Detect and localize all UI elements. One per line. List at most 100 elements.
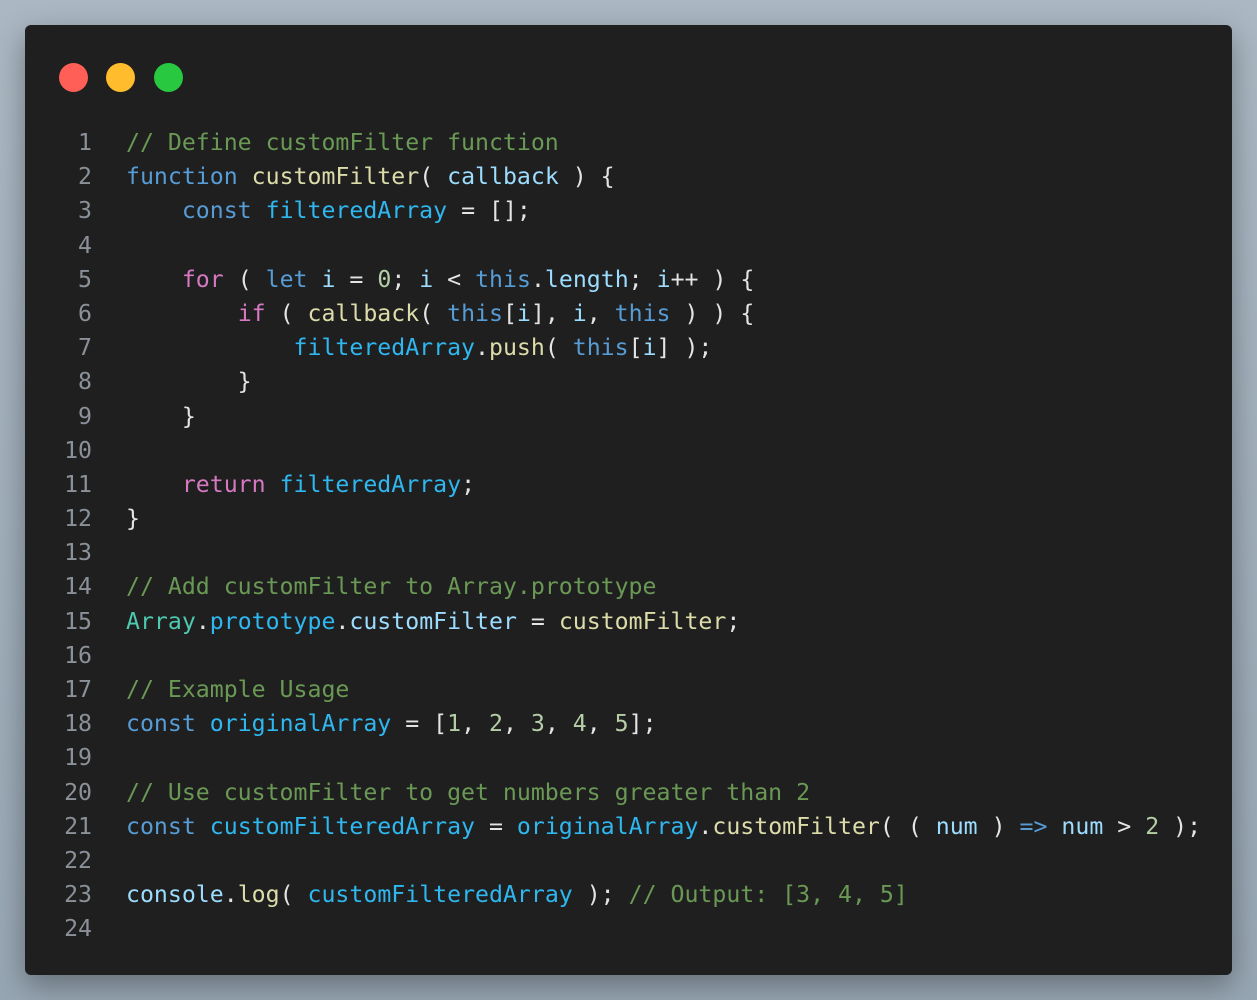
code-token: ) { — [558, 163, 615, 191]
code-token: , — [544, 710, 573, 738]
code-token: this — [447, 299, 503, 327]
line-number: 19 — [64, 744, 92, 772]
code-token: i — [419, 265, 434, 293]
code-token: const — [126, 710, 196, 738]
minimize-window-button[interactable] — [106, 63, 135, 92]
line-number: 1 — [78, 129, 92, 156]
code-token: Array — [126, 607, 196, 635]
code-line[interactable]: 19 — [25, 741, 1232, 775]
code-window: 1 // Define customFilter function 2 functio… — [25, 25, 1232, 975]
code-line-text: filteredArray.push( this[i] ); — [126, 331, 713, 365]
code-token: 5 — [614, 710, 629, 738]
code-line[interactable]: 2 function customFilter( callback ) { — [25, 160, 1232, 194]
code-line[interactable]: 16 — [25, 639, 1232, 673]
code-token: for — [181, 265, 224, 293]
code-line[interactable]: 14 // Add customFilter to Array.prototype — [25, 570, 1232, 604]
code-line[interactable]: 5 for ( let i = 0; i < this.length; i++ … — [25, 263, 1232, 297]
code-token: [ — [502, 299, 517, 327]
code-token: prototype — [209, 607, 336, 635]
code-line[interactable]: 13 — [25, 536, 1232, 570]
code-line[interactable]: 17 // Example Usage — [25, 673, 1232, 707]
code-line[interactable]: 7 filteredArray.push( this[i] ); — [25, 331, 1232, 365]
code-token: ( — [223, 265, 266, 293]
line-number: 3 — [78, 197, 92, 225]
code-line[interactable]: 12} — [25, 502, 1232, 536]
code-line[interactable]: 23 console.log( customFilteredArray ); //… — [25, 878, 1232, 912]
line-number: 5 — [78, 265, 92, 293]
code-token: 4 — [572, 710, 587, 738]
code-line[interactable]: 8 } — [25, 365, 1232, 399]
code-line[interactable]: 24 — [25, 912, 1232, 946]
code-token: customFilteredArray — [307, 881, 573, 909]
code-token: > — [1103, 812, 1146, 840]
code-line[interactable]: 4 — [25, 229, 1232, 263]
code-token: ( — [419, 163, 448, 191]
code-token: ; — [461, 470, 476, 498]
code-line[interactable]: 10 — [25, 434, 1232, 468]
code-line[interactable]: 18 const originalArray = [1, 2, 3, 4, 5]; — [25, 707, 1232, 741]
code-line-text: } — [126, 502, 140, 536]
code-token: ) — [977, 812, 1020, 840]
code-token: i — [656, 265, 671, 293]
code-token: . — [698, 812, 713, 840]
code-token: customFilteredArray — [209, 812, 476, 840]
code-line-text: // Add customFilter to Array.prototype — [126, 570, 656, 604]
code-line-text: const customFilteredArray = originalArra… — [126, 810, 1201, 844]
code-token: ; — [391, 265, 420, 293]
code-token: . — [335, 607, 350, 635]
maximize-window-button[interactable] — [154, 63, 183, 92]
code-token: customFilter — [349, 607, 517, 635]
code-token: filteredArray — [279, 470, 462, 498]
close-window-button[interactable] — [59, 63, 88, 92]
code-line[interactable]: 20 // Use customFilter to get numbers gre… — [25, 776, 1232, 810]
line-number: 22 — [64, 846, 92, 874]
code-token: [ — [628, 334, 643, 362]
line-number: 23 — [64, 881, 92, 909]
line-number: 11 — [64, 470, 92, 498]
code-token: // Example Usage — [126, 676, 350, 703]
code-token: return — [181, 470, 266, 498]
code-line-text: // Define customFilter function — [126, 126, 559, 160]
code-editor[interactable]: 1 // Define customFilter function 2 functio… — [25, 126, 1232, 947]
code-token: ], — [530, 299, 573, 327]
code-token: num — [935, 812, 978, 840]
code-line[interactable]: 15 Array.prototype.customFilter = customF… — [25, 605, 1232, 639]
code-line[interactable]: 11 return filteredArray; — [25, 468, 1232, 502]
code-token: originalArray — [209, 710, 392, 738]
code-line-text: // Example Usage — [126, 673, 349, 707]
line-number: 17 — [64, 676, 92, 703]
code-token: if — [237, 299, 266, 327]
code-token: 2 — [1145, 812, 1160, 840]
code-token: this — [475, 265, 531, 293]
code-token: // Output: [3, 4, 5] — [628, 881, 908, 909]
line-number: 18 — [64, 710, 92, 738]
line-number: 16 — [64, 641, 92, 669]
code-line-text: if ( callback( this[i], i, this ) ) { — [126, 297, 755, 331]
code-token: callback — [307, 299, 420, 327]
code-token: ]; — [628, 710, 657, 738]
code-line[interactable]: 22 — [25, 844, 1232, 878]
line-number: 7 — [78, 334, 92, 362]
code-line-text: } — [126, 400, 196, 434]
code-token: ); — [572, 881, 629, 909]
code-line[interactable]: 1 // Define customFilter function — [25, 126, 1232, 160]
code-line[interactable]: 6 if ( callback( this[i], i, this ) ) { — [25, 297, 1232, 331]
code-line[interactable]: 21 const customFilteredArray = originalAr… — [25, 810, 1232, 844]
code-token: ( — [419, 299, 448, 327]
code-line[interactable]: 9 } — [25, 400, 1232, 434]
code-token: ; — [726, 607, 741, 635]
code-token: push — [488, 334, 545, 362]
code-token: const — [181, 197, 252, 225]
line-number: 20 — [64, 778, 92, 806]
code-token: i — [516, 299, 531, 327]
code-line[interactable]: 3 const filteredArray = []; — [25, 194, 1232, 228]
code-token: } — [126, 368, 252, 396]
line-number: 21 — [64, 812, 92, 840]
code-token: ); — [1159, 812, 1202, 840]
code-token: 2 — [489, 710, 503, 738]
